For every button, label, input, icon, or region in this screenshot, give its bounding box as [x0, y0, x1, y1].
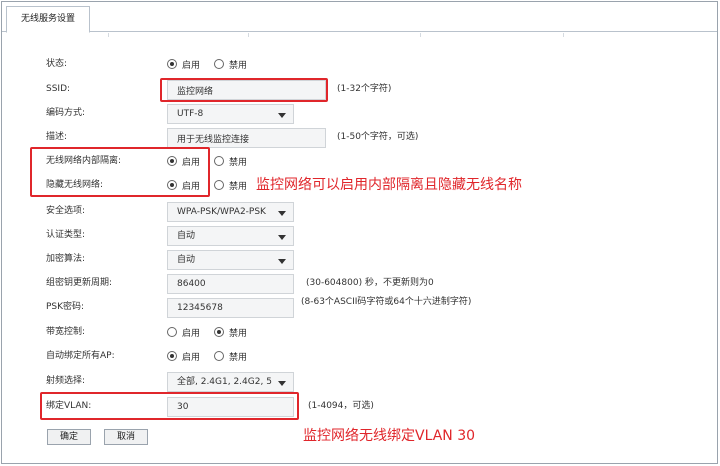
radio-label: 禁用 — [229, 181, 248, 192]
bandwidth-row: 带宽控制: 启用 禁用 — [0, 322, 720, 342]
vlan-label: 绑定VLAN: — [46, 401, 92, 411]
radio-label: 禁用 — [229, 60, 248, 71]
auto-bind-disable-option[interactable]: 禁用 — [214, 350, 247, 363]
isolation-row: 无线网络内部隔离: 启用 禁用 — [0, 151, 720, 171]
vlan-hint: (1-4094，可选) — [308, 401, 374, 411]
isolation-enable-option[interactable]: 启用 — [167, 155, 200, 168]
radio-selected-icon[interactable] — [167, 59, 177, 69]
radio-selected-icon[interactable] — [167, 156, 177, 166]
psk-label: PSK密码: — [46, 302, 85, 312]
chevron-down-icon — [278, 113, 286, 118]
divider — [108, 33, 109, 37]
psk-row: PSK密码: (8-63个ASCII码字符或64个十六进制字符) — [0, 297, 720, 318]
vlan-input[interactable] — [167, 397, 294, 417]
encryption-select[interactable]: 自动 — [167, 250, 294, 270]
select-value: 自动 — [177, 255, 196, 265]
ssid-hint: (1-32个字符) — [337, 84, 392, 94]
select-value: 自动 — [177, 231, 196, 241]
security-row: 安全选项: WPA-PSK/WPA2-PSK — [0, 201, 720, 222]
radio-selected-icon[interactable] — [167, 180, 177, 190]
radio-unselected-icon[interactable] — [214, 156, 225, 166]
radio-select-row: 射频选择: 全部, 2.4G1, 2.4G2, 5 — [0, 371, 720, 392]
tab-wireless-service-settings[interactable]: 无线服务设置 — [6, 6, 90, 33]
radio-label: 启用 — [182, 157, 201, 168]
auto-bind-label: 自动绑定所有AP: — [46, 351, 115, 361]
hide-ssid-disable-option[interactable]: 禁用 — [214, 179, 247, 192]
encoding-row: 编码方式: UTF-8 — [0, 103, 720, 124]
chevron-down-icon — [278, 211, 286, 216]
description-label: 描述: — [46, 132, 68, 142]
vlan-row: 绑定VLAN: (1-4094，可选) — [0, 396, 720, 417]
auth-type-select[interactable]: 自动 — [167, 226, 294, 246]
hide-ssid-radio-group: 启用 禁用 — [167, 175, 261, 195]
radio-selected-icon[interactable] — [167, 351, 177, 361]
description-hint: (1-50个字符，可选) — [337, 132, 419, 142]
radio-unselected-icon[interactable] — [214, 180, 225, 190]
tab-bar: 无线服务设置 — [2, 2, 717, 33]
group-key-hint: (30-604800) 秒，不更新则为0 — [306, 278, 434, 288]
isolation-label: 无线网络内部隔离: — [46, 156, 122, 166]
isolation-disable-option[interactable]: 禁用 — [214, 155, 247, 168]
ssid-row: SSID: (1-32个字符) — [0, 79, 720, 100]
divider — [420, 33, 421, 37]
radio-label: 启用 — [182, 181, 201, 192]
radio-unselected-icon[interactable] — [167, 327, 177, 337]
hide-ssid-label: 隐藏无线网络: — [46, 180, 104, 190]
status-row: 状态: 启用 禁用 — [0, 54, 720, 74]
select-value: WPA-PSK/WPA2-PSK — [177, 207, 266, 217]
radio-label: 禁用 — [229, 157, 248, 168]
radio-label: 禁用 — [229, 328, 248, 339]
auth-type-row: 认证类型: 自动 — [0, 225, 720, 246]
status-radio-group: 启用 禁用 — [167, 54, 261, 74]
hide-ssid-enable-option[interactable]: 启用 — [167, 179, 200, 192]
security-select[interactable]: WPA-PSK/WPA2-PSK — [167, 202, 294, 222]
auto-bind-radio-group: 启用 禁用 — [167, 346, 261, 366]
radio-band-select[interactable]: 全部, 2.4G1, 2.4G2, 5 — [167, 372, 294, 392]
radio-unselected-icon[interactable] — [214, 59, 225, 69]
isolation-radio-group: 启用 禁用 — [167, 151, 261, 171]
divider — [248, 33, 249, 37]
bandwidth-label: 带宽控制: — [46, 327, 86, 337]
divider — [563, 33, 564, 37]
bandwidth-disable-option[interactable]: 禁用 — [214, 326, 247, 339]
annotation-vlan-text: 监控网络无线绑定VLAN 30 — [303, 428, 476, 444]
auth-type-label: 认证类型: — [46, 230, 86, 240]
bandwidth-enable-option[interactable]: 启用 — [167, 326, 200, 339]
radio-selected-icon[interactable] — [214, 327, 225, 337]
group-key-label: 组密钥更新周期: — [46, 278, 113, 288]
radio-label: 禁用 — [229, 352, 248, 363]
security-label: 安全选项: — [46, 206, 86, 216]
group-key-row: 组密钥更新周期: (30-604800) 秒，不更新则为0 — [0, 273, 720, 294]
annotation-hide-text: 监控网络可以启用内部隔离且隐藏无线名称 — [256, 177, 522, 193]
cancel-button[interactable]: 取消 — [104, 429, 148, 445]
group-key-input[interactable] — [167, 274, 294, 294]
select-value: 全部, 2.4G1, 2.4G2, 5 — [177, 377, 272, 387]
encoding-label: 编码方式: — [46, 108, 86, 118]
radio-label: 启用 — [182, 60, 201, 71]
description-row: 描述: (1-50个字符，可选) — [0, 127, 720, 148]
encryption-row: 加密算法: 自动 — [0, 249, 720, 270]
chevron-down-icon — [278, 235, 286, 240]
ssid-input[interactable] — [167, 80, 326, 100]
status-disable-option[interactable]: 禁用 — [214, 58, 247, 71]
encoding-select[interactable]: UTF-8 — [167, 104, 294, 124]
ok-button[interactable]: 确定 — [47, 429, 91, 445]
auto-bind-row: 自动绑定所有AP: 启用 禁用 — [0, 346, 720, 366]
status-enable-option[interactable]: 启用 — [167, 58, 200, 71]
chevron-down-icon — [278, 381, 286, 386]
chevron-down-icon — [278, 259, 286, 264]
auto-bind-enable-option[interactable]: 启用 — [167, 350, 200, 363]
description-input[interactable] — [167, 128, 326, 148]
encryption-label: 加密算法: — [46, 254, 86, 264]
ssid-label: SSID: — [46, 84, 71, 94]
select-value: UTF-8 — [177, 109, 204, 119]
radio-label: 启用 — [182, 352, 201, 363]
psk-input[interactable] — [167, 298, 294, 318]
radio-label: 启用 — [182, 328, 201, 339]
psk-hint: (8-63个ASCII码字符或64个十六进制字符) — [301, 297, 472, 307]
status-label: 状态: — [46, 59, 68, 69]
radio-unselected-icon[interactable] — [214, 351, 225, 361]
bandwidth-radio-group: 启用 禁用 — [167, 322, 261, 342]
radio-select-label: 射频选择: — [46, 376, 86, 386]
